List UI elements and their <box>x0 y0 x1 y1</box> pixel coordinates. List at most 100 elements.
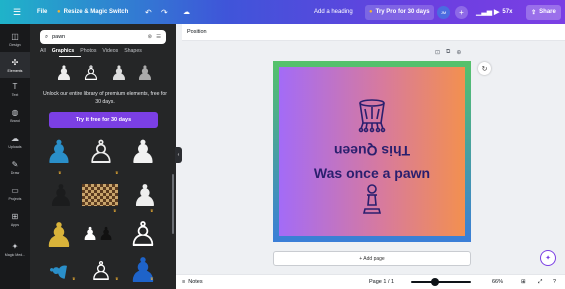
tab-graphics[interactable]: Graphics <box>52 48 75 54</box>
rail-item-design[interactable]: ◫ Design <box>0 26 30 52</box>
rail-item-magic-media[interactable]: ✦ Magic Med... <box>0 236 30 262</box>
pawn-graphic[interactable]: ♟ <box>42 254 77 289</box>
context-toolbar: Position <box>182 24 565 41</box>
rail-item-draw[interactable]: ✎ Draw <box>0 154 30 180</box>
left-rail: ◫ Design ✣ Elements T Text ◍ Brand ☁ Uploads … <box>0 24 30 289</box>
clear-icon[interactable]: ⊗ <box>147 34 152 40</box>
notes-button[interactable]: ≡ Notes <box>182 279 203 285</box>
pawn-graphic[interactable]: ♟ <box>128 252 158 289</box>
draw-icon: ✎ <box>11 159 19 169</box>
analytics-icon[interactable]: ▁▃▅ <box>476 8 492 16</box>
rail-item-projects[interactable]: ▭ Projects <box>0 180 30 206</box>
rail-item-elements[interactable]: ✣ Elements <box>0 52 30 78</box>
try-pro-button[interactable]: ● Try Pro for 30 days <box>365 4 434 20</box>
pawn-graphic[interactable]: ♟ <box>48 176 75 216</box>
pawn-graphic[interactable]: ♙ <box>86 132 116 172</box>
hamburger-menu-icon[interactable]: ☰ <box>13 7 21 18</box>
rail-item-text[interactable]: T Text <box>0 76 30 102</box>
upload-icon: ☁ <box>11 133 19 143</box>
design-page[interactable]: This Queen Was once a pawn <box>273 61 471 242</box>
zoom-level[interactable]: 66% <box>492 279 503 285</box>
search-input[interactable]: ⌕ pawn ⊗ ☰ <box>40 30 166 44</box>
pawn-graphic[interactable]: ♟ <box>82 222 98 246</box>
refresh-icon[interactable]: ↻ <box>478 62 491 75</box>
premium-crown-icon: ♛ <box>150 208 154 213</box>
pawn-graphic[interactable]: ♟ <box>135 60 155 86</box>
fullscreen-icon[interactable]: ⤢ <box>538 279 542 286</box>
try-free-button[interactable]: Try it free for 30 days <box>49 112 158 128</box>
pawn-graphic[interactable]: ♟ <box>98 222 114 246</box>
share-icon: ⇪ <box>531 9 537 16</box>
search-value: pawn <box>52 34 66 40</box>
undo-icon[interactable]: ↶ <box>145 8 152 17</box>
play-icon: ▶ <box>494 9 500 16</box>
chessboard-graphic[interactable] <box>82 184 118 206</box>
resize-magic-switch-button[interactable]: ● Resize & Magic Switch <box>57 9 128 15</box>
elements-icon: ✣ <box>11 57 19 67</box>
position-button[interactable]: Position <box>187 29 207 35</box>
pawn-graphic[interactable]: ♟ <box>128 132 158 172</box>
tab-all[interactable]: All <box>40 48 46 54</box>
text-icon: T <box>12 81 18 91</box>
crown-graphic[interactable] <box>352 95 392 135</box>
rail-item-brand[interactable]: ◍ Brand <box>0 102 30 128</box>
pawn-graphic[interactable]: ♙ <box>128 214 158 256</box>
duplicate-page-icon[interactable]: ⧉ <box>446 49 450 56</box>
add-collaborator-icon[interactable]: + <box>455 5 468 19</box>
crown-icon: ● <box>57 9 61 15</box>
pawn-graphic[interactable] <box>361 183 383 217</box>
share-button[interactable]: ⇪ Share <box>526 4 561 20</box>
tab-shapes[interactable]: Shapes <box>124 48 142 54</box>
premium-crown-icon: ♛ <box>72 276 76 281</box>
notes-icon: ≡ <box>182 279 186 285</box>
flipped-text[interactable]: This Queen <box>279 143 465 159</box>
filter-icon[interactable]: ☰ <box>156 34 161 40</box>
grid-view-icon[interactable]: ⊞ <box>521 279 526 285</box>
zoom-slider-handle[interactable] <box>431 278 439 286</box>
pawn-graphic[interactable]: ♟ <box>54 60 74 86</box>
file-menu[interactable]: File <box>37 9 47 15</box>
pawn-graphic[interactable]: ♙ <box>81 60 101 86</box>
bottom-bar: ≡ Notes Page 1 / 1 66% ⊞ ⤢ ? <box>176 274 565 289</box>
rail-item-apps[interactable]: ⊞ Apps <box>0 206 30 232</box>
premium-crown-icon: ♛ <box>113 208 117 213</box>
top-toolbar: ☰ File ● Resize & Magic Switch ↶ ↷ ☁ Add… <box>0 0 565 24</box>
layout-icon: ◫ <box>11 31 19 41</box>
design-background: This Queen Was once a pawn <box>279 67 465 236</box>
folder-icon: ▭ <box>11 185 19 195</box>
rail-item-uploads[interactable]: ☁ Uploads <box>0 128 30 154</box>
premium-crown-icon: ♛ <box>115 276 119 281</box>
pawn-graphic[interactable]: ♟ <box>44 216 74 256</box>
avatar[interactable]: JM <box>437 5 450 19</box>
panel-tabs: All Graphics Photos Videos Shapes <box>40 48 142 54</box>
add-page-icon[interactable]: ⊕ <box>456 49 461 56</box>
elements-panel: ⌕ pawn ⊗ ☰ All Graphics Photos Videos Sh… <box>30 24 176 289</box>
brand-icon: ◍ <box>11 107 19 117</box>
pawn-graphic[interactable]: ♟ <box>44 132 74 172</box>
crown-icon: ● <box>369 9 373 15</box>
tab-photos[interactable]: Photos <box>80 48 96 54</box>
help-icon[interactable]: ? <box>553 279 556 285</box>
pawn-graphic[interactable]: ♙ <box>88 254 114 288</box>
premium-promo-text: Unlock our entire library of premium ele… <box>43 91 167 105</box>
page-indicator[interactable]: Page 1 / 1 <box>369 279 394 285</box>
premium-crown-icon: ♛ <box>58 170 62 175</box>
lock-icon[interactable]: ⊡ <box>435 49 440 56</box>
premium-crown-icon: ♛ <box>150 276 154 281</box>
tab-underline <box>59 56 81 57</box>
add-page-button[interactable]: + Add page <box>273 251 471 266</box>
heading-text[interactable]: Was once a pawn <box>279 165 465 181</box>
present-button[interactable]: ▶ 57x <box>494 8 512 16</box>
cloud-save-icon[interactable]: ☁ <box>183 8 190 16</box>
collapse-panel-handle[interactable]: ‹ <box>175 147 182 163</box>
magic-assistant-icon[interactable]: ✦ <box>540 250 556 266</box>
tab-videos[interactable]: Videos <box>102 48 118 54</box>
pawn-graphic[interactable]: ♟ <box>109 60 129 86</box>
search-icon: ⌕ <box>45 33 49 40</box>
zoom-slider[interactable] <box>411 281 471 283</box>
premium-crown-icon: ♛ <box>115 170 119 175</box>
apps-icon: ⊞ <box>11 211 19 221</box>
redo-icon[interactable]: ↷ <box>161 8 168 17</box>
design-title-input[interactable]: Add a heading <box>314 9 353 15</box>
panel-scrollbar[interactable] <box>172 174 174 234</box>
